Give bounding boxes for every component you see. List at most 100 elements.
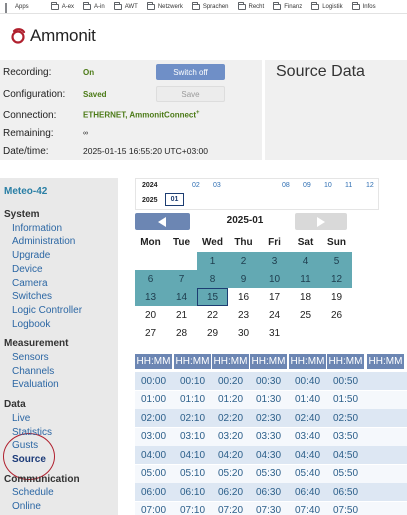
time-slot[interactable]: 00:30 [250,372,287,390]
time-slot[interactable]: 03:30 [250,428,287,446]
calendar-day[interactable]: 21 [166,306,197,324]
calendar-day[interactable]: 7 [166,270,197,288]
sidebar-item-camera[interactable]: Camera [12,278,48,289]
calendar-day[interactable]: 24 [259,306,290,324]
calendar-day[interactable]: 8 [197,270,228,288]
time-slot[interactable]: 02:10 [174,409,211,427]
time-slot[interactable]: 06:30 [250,483,287,501]
time-slot[interactable]: 01:00 [135,391,172,409]
sidebar-item-live[interactable]: Live [12,413,30,424]
previous-month-button[interactable] [135,213,190,230]
sidebar-item-channels[interactable]: Channels [12,366,54,377]
ammonit-logo[interactable]: Ammonit [10,26,96,46]
sidebar-item-evaluation[interactable]: Evaluation [12,379,59,390]
calendar-day[interactable]: 5 [321,252,352,270]
time-slot[interactable]: 05:10 [174,465,211,483]
time-slot[interactable]: 05:20 [212,465,249,483]
sidebar-item-online[interactable]: Online [12,501,41,512]
time-slot[interactable]: 04:10 [174,446,211,464]
calendar-day[interactable]: 10 [259,270,290,288]
time-slot[interactable]: 04:00 [135,446,172,464]
month-2024-09[interactable]: 09 [303,182,311,189]
time-slot[interactable]: 05:30 [250,465,287,483]
bookmark-sprachen[interactable]: Sprachen [191,1,229,10]
calendar-day[interactable]: 26 [321,306,352,324]
calendar-day[interactable]: 31 [259,324,290,342]
time-slot[interactable]: 01:30 [250,391,287,409]
calendar-day[interactable]: 28 [166,324,197,342]
time-slot[interactable]: 03:50 [327,428,364,446]
sidebar-item-schedule[interactable]: Schedule [12,487,54,498]
time-slot[interactable]: 02:00 [135,409,172,427]
calendar-day[interactable]: 25 [290,306,321,324]
time-slot[interactable]: 07:20 [212,502,249,515]
calendar-day[interactable]: 22 [197,306,228,324]
calendar-day[interactable]: 27 [135,324,166,342]
month-2025-01[interactable]: 01 [165,193,184,206]
time-slot[interactable]: 03:10 [174,428,211,446]
time-slot[interactable]: 05:50 [327,465,364,483]
calendar-day[interactable]: 18 [290,288,321,306]
calendar-day[interactable]: 9 [228,270,259,288]
month-2024-12[interactable]: 12 [366,182,374,189]
calendar-day[interactable]: 13 [135,288,166,306]
time-slot[interactable]: 01:10 [174,391,211,409]
time-slot[interactable]: 06:10 [174,483,211,501]
time-slot[interactable]: 03:00 [135,428,172,446]
bookmark-a-in[interactable]: A-in [83,1,105,10]
month-2024-03[interactable]: 03 [213,182,221,189]
sidebar-item-logbook[interactable]: Logbook [12,319,50,330]
time-slot[interactable]: 04:50 [327,446,364,464]
switch-off-button[interactable]: Switch off [156,64,225,80]
bookmark-a-ex[interactable]: A-ex [50,1,74,10]
sidebar-item-administration[interactable]: Administration [12,236,75,247]
time-slot[interactable]: 07:10 [174,502,211,515]
bookmark-apps[interactable]: Apps [5,3,29,13]
time-slot[interactable]: 00:40 [289,372,326,390]
calendar-day[interactable]: 4 [290,252,321,270]
calendar-day[interactable]: 29 [197,324,228,342]
sidebar-item-source[interactable]: Source [12,454,46,465]
sidebar-item-logic-controller[interactable]: Logic Controller [12,305,82,316]
time-slot[interactable]: 06:20 [212,483,249,501]
save-button[interactable]: Save [156,86,225,102]
calendar-day[interactable]: 6 [135,270,166,288]
time-slot[interactable]: 06:50 [327,483,364,501]
time-slot[interactable]: 03:40 [289,428,326,446]
time-slot[interactable]: 02:30 [250,409,287,427]
time-slot[interactable]: 02:20 [212,409,249,427]
time-slot[interactable]: 04:40 [289,446,326,464]
calendar-day[interactable]: 15 [197,288,228,306]
time-slot[interactable]: 03:20 [212,428,249,446]
calendar-day[interactable]: 3 [259,252,290,270]
bookmark-recht[interactable]: Recht [237,1,264,10]
calendar-day[interactable]: 11 [290,270,321,288]
sidebar-item-information[interactable]: Information [12,223,62,234]
time-slot[interactable]: 00:10 [174,372,211,390]
time-slot[interactable]: 04:30 [250,446,287,464]
calendar-day[interactable]: 12 [321,270,352,288]
device-name[interactable]: Meteo-42 [4,186,47,197]
time-slot[interactable]: 07:30 [250,502,287,515]
time-slot[interactable]: 02:50 [327,409,364,427]
sidebar-item-gusts[interactable]: Gusts [12,440,38,451]
calendar-day[interactable]: 30 [228,324,259,342]
time-slot[interactable]: 06:00 [135,483,172,501]
calendar-day[interactable]: 2 [228,252,259,270]
sidebar-item-device[interactable]: Device [12,264,43,275]
bookmark-infos[interactable]: Infos [351,1,376,10]
sidebar-item-statistics[interactable]: Statistics [12,427,52,438]
calendar-day[interactable]: 17 [259,288,290,306]
time-slot[interactable]: 05:00 [135,465,172,483]
time-slot[interactable]: 01:20 [212,391,249,409]
calendar-day[interactable]: 16 [228,288,259,306]
calendar-day[interactable]: 1 [197,252,228,270]
sidebar-item-upgrade[interactable]: Upgrade [12,250,50,261]
time-slot[interactable]: 01:50 [327,391,364,409]
month-2024-11[interactable]: 11 [345,182,352,189]
bookmark-awt[interactable]: AWT [113,1,138,10]
time-slot[interactable]: 05:40 [289,465,326,483]
time-slot[interactable]: 00:00 [135,372,172,390]
sidebar-item-switches[interactable]: Switches [12,291,52,302]
calendar-day[interactable]: 23 [228,306,259,324]
